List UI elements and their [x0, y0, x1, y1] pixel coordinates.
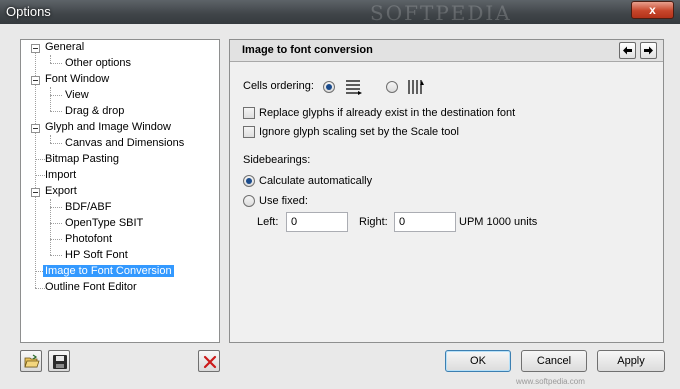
- window-title: Options: [6, 4, 51, 19]
- collapse-font-window-icon[interactable]: [31, 76, 40, 85]
- ignore-scaling-checkbox[interactable]: [243, 126, 255, 138]
- collapse-general-icon[interactable]: [31, 44, 40, 53]
- tree-item-image-to-font-conversion[interactable]: Image to Font Conversion: [43, 264, 174, 279]
- tree-connector: [50, 135, 51, 143]
- tree-item-outline-font-editor[interactable]: Outline Font Editor: [43, 280, 139, 295]
- tree-item-export[interactable]: Export: [43, 184, 79, 199]
- calculate-automatically-label: Calculate automatically: [259, 175, 373, 187]
- ok-button[interactable]: OK: [445, 350, 511, 372]
- tree-connector: [50, 87, 51, 111]
- forward-button[interactable]: [640, 42, 657, 59]
- tree-item-other-options[interactable]: Other options: [63, 56, 133, 71]
- cells-order-columns-radio[interactable]: [386, 81, 398, 93]
- rows-order-icon: [346, 80, 362, 95]
- use-fixed-label: Use fixed:: [259, 195, 308, 207]
- left-label: Left:: [257, 216, 279, 228]
- collapse-export-icon[interactable]: [31, 188, 40, 197]
- title-bar: Options SOFTPEDIA x: [0, 0, 680, 25]
- tree-item-view[interactable]: View: [63, 88, 91, 103]
- tree-item-bdf-abf[interactable]: BDF/ABF: [63, 200, 113, 215]
- tree-item-font-window[interactable]: Font Window: [43, 72, 111, 87]
- save-options-button[interactable]: [48, 350, 70, 372]
- tree-item-import[interactable]: Import: [43, 168, 78, 183]
- tree-connector: [50, 55, 51, 63]
- right-label: Right:: [359, 216, 388, 228]
- tree-item-opentype-sbit[interactable]: OpenType SBIT: [63, 216, 145, 231]
- tree-item-drag-drop[interactable]: Drag & drop: [63, 104, 126, 119]
- tree-connector: [50, 95, 62, 96]
- use-fixed-radio[interactable]: [243, 195, 255, 207]
- tree-item-canvas-dimensions[interactable]: Canvas and Dimensions: [63, 136, 186, 151]
- panel-title: Image to font conversion: [242, 44, 373, 56]
- collapse-glyph-window-icon[interactable]: [31, 124, 40, 133]
- tree-item-bitmap-pasting[interactable]: Bitmap Pasting: [43, 152, 121, 167]
- tree-item-glyph-image-window[interactable]: Glyph and Image Window: [43, 120, 173, 135]
- brand-watermark: SOFTPEDIA: [370, 1, 512, 25]
- open-folder-icon: [24, 354, 40, 368]
- save-disk-icon: [53, 355, 67, 369]
- ignore-scaling-label: Ignore glyph scaling set by the Scale to…: [259, 126, 459, 138]
- tree-connector: [50, 63, 62, 64]
- tree-connector: [50, 207, 62, 208]
- upm-label: UPM 1000 units: [459, 216, 538, 228]
- tree-item-hp-soft-font[interactable]: HP Soft Font: [63, 248, 130, 263]
- close-button[interactable]: x: [631, 1, 674, 19]
- calculate-automatically-radio[interactable]: [243, 175, 255, 187]
- apply-button[interactable]: Apply: [597, 350, 665, 372]
- tree-item-photofont[interactable]: Photofont: [63, 232, 114, 247]
- arrow-left-icon: [623, 46, 632, 55]
- cells-order-rows-radio[interactable]: [323, 81, 335, 93]
- back-button[interactable]: [619, 42, 636, 59]
- panel-header: Image to font conversion: [230, 40, 663, 62]
- tree-connector: [50, 255, 62, 256]
- delete-button[interactable]: [198, 350, 220, 372]
- cancel-button[interactable]: Cancel: [521, 350, 587, 372]
- columns-order-icon: [408, 80, 424, 94]
- sidebearings-label: Sidebearings:: [243, 154, 311, 166]
- tree-connector: [50, 143, 62, 144]
- left-sidebearing-input[interactable]: [286, 212, 348, 232]
- delete-x-icon: [203, 355, 217, 369]
- tree-item-general[interactable]: General: [43, 40, 86, 55]
- load-options-button[interactable]: [20, 350, 42, 372]
- settings-panel: Image to font conversion Cells ordering:…: [229, 39, 664, 343]
- replace-glyphs-label: Replace glyphs if already exist in the d…: [259, 107, 516, 119]
- cells-ordering-label: Cells ordering:: [243, 80, 314, 92]
- tree-connector: [50, 111, 62, 112]
- tree-connector: [50, 223, 62, 224]
- tree-connector: [50, 239, 62, 240]
- arrow-right-icon: [644, 46, 653, 55]
- replace-glyphs-checkbox[interactable]: [243, 107, 255, 119]
- options-tree[interactable]: General Other options Font Window View D…: [20, 39, 220, 343]
- footer-watermark: www.softpedia.com: [516, 377, 585, 386]
- right-sidebearing-input[interactable]: [394, 212, 456, 232]
